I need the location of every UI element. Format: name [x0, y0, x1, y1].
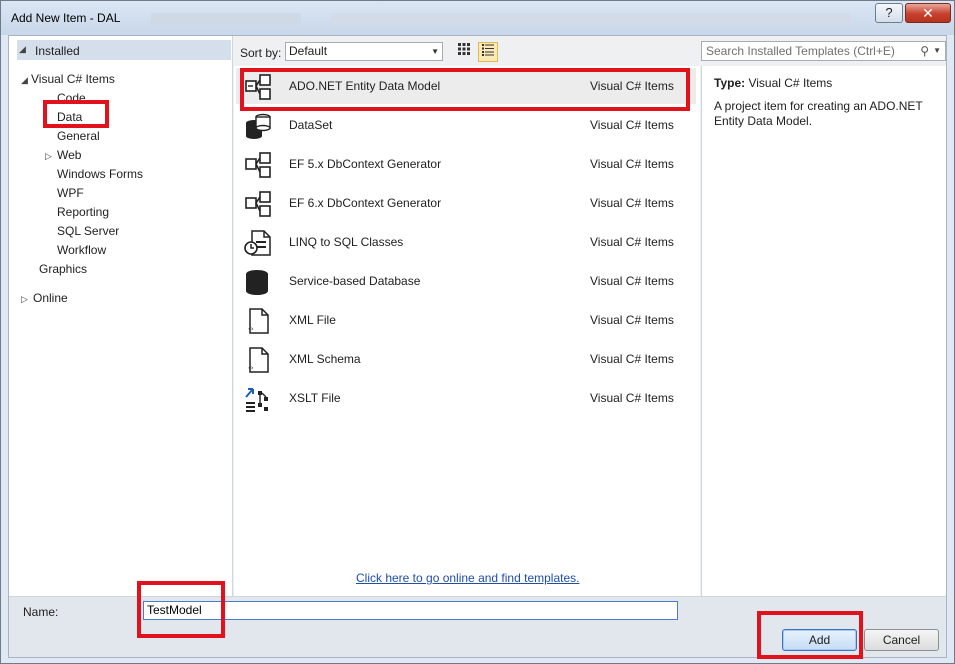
item-name: ADO.NET Entity Data Model: [289, 79, 441, 93]
svg-text:‹›: ‹›: [248, 364, 254, 372]
add-button[interactable]: Add: [782, 629, 857, 651]
sort-by-dropdown[interactable]: Default ▼: [285, 42, 443, 61]
tree-node-label: Installed: [35, 44, 80, 58]
item-name: LINQ to SQL Classes: [289, 235, 404, 249]
details-panel: Type: Visual C# Items A project item for…: [701, 66, 946, 596]
tree-node-windows-forms[interactable]: Windows Forms: [57, 167, 143, 181]
tree-node-web[interactable]: ▷ Web: [45, 148, 81, 162]
linq-icon: [244, 230, 271, 256]
item-category: Visual C# Items: [590, 391, 674, 405]
name-label: Name:: [23, 605, 59, 619]
dropdown-arrow-icon: ▼: [431, 47, 439, 56]
item-description: A project item for creating an ADO.NET E…: [714, 99, 923, 128]
list-item[interactable]: DataSet Visual C# Items: [236, 107, 696, 143]
item-category: Visual C# Items: [590, 79, 674, 93]
search-placeholder: Search Installed Templates (Ctrl+E): [706, 44, 895, 58]
tree-node-label: Online: [33, 291, 68, 305]
grid-view-icon: [458, 43, 470, 55]
sort-by-value: Default: [289, 44, 328, 58]
dialog-client-area: ◢ Installed ◢ Visual C# Items Code Data G…: [8, 35, 947, 658]
search-icon: ⚲: [920, 44, 929, 58]
search-templates-input[interactable]: Search Installed Templates (Ctrl+E) ⚲ ▼: [701, 41, 946, 61]
list-view-icon: [482, 44, 494, 56]
footer-bar: Name: TestModel Add Cancel: [9, 596, 946, 657]
list-item[interactable]: ‹› XML Schema Visual C# Items: [236, 341, 696, 377]
item-name: XSLT File: [289, 391, 341, 405]
item-name: DataSet: [289, 118, 333, 132]
tree-node-label: Visual C# Items: [31, 72, 115, 86]
item-category: Visual C# Items: [590, 274, 674, 288]
collapsed-triangle-icon: ▷: [21, 294, 28, 304]
title-bar[interactable]: Add New Item - DAL ? ✕: [1, 1, 954, 35]
list-item[interactable]: ADO.NET Entity Data Model Visual C# Item…: [236, 68, 696, 104]
type-label: Type:: [714, 76, 746, 90]
name-input[interactable]: TestModel: [143, 601, 678, 620]
tree-node-online[interactable]: ▷ Online: [21, 291, 68, 305]
list-item[interactable]: ‹› XML File Visual C# Items: [236, 302, 696, 338]
item-category: Visual C# Items: [590, 157, 674, 171]
list-item[interactable]: EF 6.x DbContext Generator Visual C# Ite…: [236, 185, 696, 221]
template-list: ADO.NET Entity Data Model Visual C# Item…: [234, 66, 700, 596]
tree-node-label: Web: [57, 148, 82, 162]
online-templates-link[interactable]: Click here to go online and find templat…: [356, 571, 579, 585]
list-view-button[interactable]: [478, 42, 498, 62]
list-item[interactable]: XSLT File Visual C# Items: [236, 380, 696, 416]
entity-model-icon: [245, 191, 271, 217]
entity-model-icon: [245, 152, 271, 178]
tree-node-code[interactable]: Code: [57, 91, 86, 105]
cancel-button[interactable]: Cancel: [864, 629, 939, 651]
medium-icons-view-button[interactable]: [454, 42, 474, 62]
item-category: Visual C# Items: [590, 196, 674, 210]
background-blur: [331, 13, 851, 25]
tree-node-wpf[interactable]: WPF: [57, 186, 84, 200]
list-item[interactable]: EF 5.x DbContext Generator Visual C# Ite…: [236, 146, 696, 182]
background-blur: [151, 13, 301, 25]
item-name: EF 5.x DbContext Generator: [289, 157, 442, 171]
xslt-file-icon: [245, 388, 268, 412]
item-category: Visual C# Items: [590, 352, 674, 366]
tree-node-sql-server[interactable]: SQL Server: [57, 224, 119, 238]
expanded-triangle-icon: ◢: [21, 75, 28, 85]
tree-node-general[interactable]: General: [57, 129, 100, 143]
help-button[interactable]: ?: [875, 3, 903, 23]
xml-schema-icon: ‹›: [248, 347, 269, 373]
item-category: Visual C# Items: [590, 118, 674, 132]
list-item[interactable]: Service-based Database Visual C# Items: [236, 263, 696, 299]
expanded-triangle-icon: ◢: [19, 44, 26, 54]
tree-node-workflow[interactable]: Workflow: [57, 243, 106, 257]
item-category: Visual C# Items: [590, 235, 674, 249]
sort-by-label: Sort by:: [240, 46, 282, 60]
collapsed-triangle-icon: ▷: [45, 151, 52, 161]
add-new-item-dialog: Add New Item - DAL ? ✕ ◢ Installed ◢ Visu…: [0, 0, 955, 664]
item-name: XML Schema: [289, 352, 361, 366]
svg-text:‹›: ‹›: [248, 325, 254, 333]
type-value: Visual C# Items: [748, 76, 833, 90]
dropdown-arrow-icon: ▼: [933, 46, 941, 55]
item-name: Service-based Database: [289, 274, 421, 288]
tree-node-installed[interactable]: ◢ Installed: [17, 40, 231, 60]
sort-toolbar: Sort by: Default ▼: [234, 36, 699, 66]
entity-model-icon: [245, 74, 271, 100]
list-item[interactable]: LINQ to SQL Classes Visual C# Items: [236, 224, 696, 260]
tree-node-graphics[interactable]: Graphics: [39, 262, 87, 276]
dataset-icon: [246, 113, 271, 139]
tree-node-reporting[interactable]: Reporting: [57, 205, 109, 219]
item-name: EF 6.x DbContext Generator: [289, 196, 442, 210]
template-tree: ◢ Installed ◢ Visual C# Items Code Data G…: [9, 36, 233, 596]
xml-file-icon: ‹›: [248, 308, 269, 334]
item-name: XML File: [289, 313, 336, 327]
window-title: Add New Item - DAL: [11, 11, 121, 25]
item-category: Visual C# Items: [590, 313, 674, 327]
tree-node-visual-csharp-items[interactable]: ◢ Visual C# Items: [21, 72, 115, 86]
tree-node-data[interactable]: Data: [57, 110, 82, 124]
close-button[interactable]: ✕: [905, 3, 951, 23]
type-line: Type: Visual C# Items: [714, 76, 832, 90]
database-icon: [246, 270, 268, 295]
